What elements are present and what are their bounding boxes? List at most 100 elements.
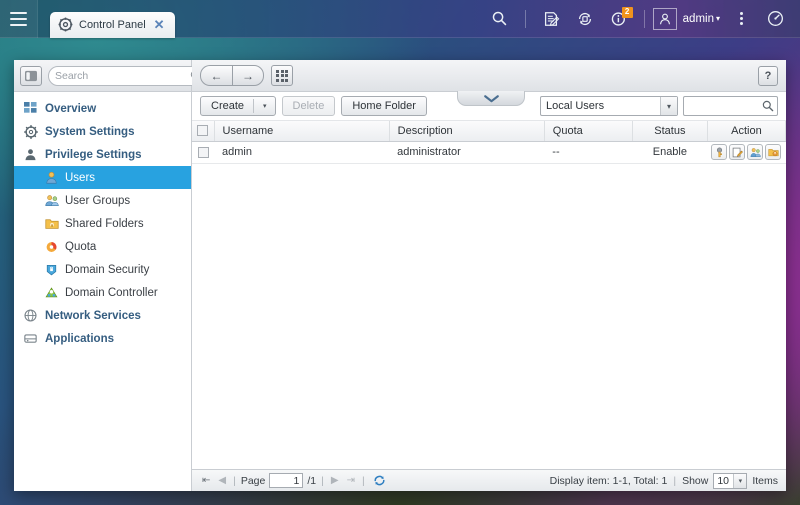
column-header-quota[interactable]: Quota <box>544 121 633 142</box>
row-checkbox[interactable] <box>197 146 209 158</box>
cell-quota: -- <box>544 141 633 164</box>
arrow-left-icon[interactable]: ← <box>200 65 232 86</box>
pagination-bar: ⇤ ◀ | Page /1 | ▶ ⇥ | Display item: 1-1,… <box>192 469 786 491</box>
total-pages-label: /1 <box>307 474 317 487</box>
file-log-icon[interactable] <box>534 0 568 38</box>
table-header-row: Username Description Quota Status Action <box>192 121 786 142</box>
first-page-icon[interactable]: ⇤ <box>200 475 212 486</box>
content-area: ← → ? Create ▾ Delete Home Folder Local … <box>192 60 786 491</box>
shared-folder-icon <box>44 216 59 231</box>
home-folder-button[interactable]: Home Folder <box>341 96 427 116</box>
sidebar-item-label: Applications <box>45 332 115 345</box>
sidebar-item-label: Privilege Settings <box>45 148 142 161</box>
domain-controller-icon <box>44 285 59 300</box>
chevron-down-icon[interactable]: ▾ <box>716 14 720 23</box>
sidebar-item-label: User Groups <box>65 194 131 207</box>
sidebar-item-label: Shared Folders <box>65 217 144 230</box>
sidebar-item-label: Domain Security <box>65 263 150 276</box>
control-panel-window: Overview System Settings <box>14 60 786 491</box>
content-toolbar-top: ← → ? <box>192 60 786 92</box>
sidebar-item-domain-security[interactable]: Domain Security <box>14 258 191 281</box>
sync-refresh-icon[interactable] <box>568 0 602 38</box>
overview-grid-icon <box>23 101 38 116</box>
edit-user-groups-icon[interactable] <box>747 144 764 160</box>
column-header-description[interactable]: Description <box>389 121 545 142</box>
username-label[interactable]: admin <box>683 13 714 25</box>
sidebar-item-privilege-settings[interactable]: Privilege Settings <box>14 143 191 166</box>
users-table-area: Username Description Quota Status Action… <box>192 121 786 469</box>
sidebar-item-system-settings[interactable]: System Settings <box>14 120 191 143</box>
change-password-icon[interactable] <box>711 144 728 160</box>
user-scope-select[interactable]: Local Users ▾ <box>540 96 678 116</box>
dashboard-speedometer-icon[interactable] <box>758 0 792 38</box>
row-action-buttons <box>707 144 785 160</box>
page-size-value: 10 <box>717 474 730 487</box>
sidebar-item-overview[interactable]: Overview <box>14 97 191 120</box>
users-group-icon <box>44 193 59 208</box>
select-all-checkbox[interactable] <box>197 125 209 137</box>
show-label: Show <box>682 474 709 487</box>
chevron-down-icon[interactable]: ▾ <box>660 97 677 115</box>
sidebar-item-label: Quota <box>65 240 97 253</box>
users-table: Username Description Quota Status Action… <box>192 121 786 164</box>
prev-page-icon[interactable]: ◀ <box>216 475 228 486</box>
chevron-down-icon[interactable]: ▾ <box>263 102 271 110</box>
page-number-input[interactable] <box>269 473 304 488</box>
nav-arrows: ← → <box>200 65 264 86</box>
refresh-icon[interactable] <box>373 474 386 487</box>
close-icon[interactable]: ✕ <box>152 18 167 31</box>
column-header-action[interactable]: Action <box>707 121 786 142</box>
sidebar-item-user-groups[interactable]: User Groups <box>14 189 191 212</box>
user-avatar-icon[interactable] <box>652 7 677 30</box>
sidebar-item-shared-folders[interactable]: Shared Folders <box>14 212 191 235</box>
sidebar-item-label: Users <box>65 171 96 184</box>
more-options-icon[interactable] <box>724 0 758 38</box>
panel-toggle-icon[interactable] <box>20 65 42 86</box>
sidebar-item-label: Domain Controller <box>65 286 158 299</box>
create-button[interactable]: Create ▾ <box>200 96 276 116</box>
grid-apps-icon[interactable] <box>271 65 293 86</box>
search-icon[interactable] <box>483 0 517 38</box>
hamburger-icon[interactable] <box>0 0 38 38</box>
next-page-icon[interactable]: ▶ <box>329 475 341 486</box>
edit-account-icon[interactable] <box>729 144 746 160</box>
pager-divider-4: | <box>673 474 677 487</box>
sidebar-item-quota[interactable]: Quota <box>14 235 191 258</box>
globe-icon <box>23 308 38 323</box>
user-icon <box>44 170 59 185</box>
sidebar-item-applications[interactable]: Applications <box>14 327 191 350</box>
chevron-down-icon[interactable] <box>457 91 525 106</box>
delete-button[interactable]: Delete <box>281 96 336 116</box>
search-icon[interactable] <box>762 100 774 112</box>
search-input[interactable] <box>55 69 190 82</box>
app-tab-control-panel[interactable]: Control Panel ✕ <box>50 11 175 38</box>
page-size-select[interactable]: 10 ▾ <box>713 472 748 489</box>
arrow-right-icon[interactable]: → <box>232 65 264 86</box>
sidebar-item-domain-controller[interactable]: Domain Controller <box>14 281 191 304</box>
table-search-box[interactable] <box>683 96 778 116</box>
create-label: Create <box>211 100 245 112</box>
info-icon[interactable]: 2 <box>602 0 636 38</box>
edit-shared-folder-permission-icon[interactable] <box>765 144 782 160</box>
sidebar-item-label: Overview <box>45 102 97 115</box>
column-header-username[interactable]: Username <box>214 121 390 142</box>
last-page-icon[interactable]: ⇥ <box>345 475 357 486</box>
chevron-down-icon[interactable]: ▾ <box>733 473 747 488</box>
row-select-cell <box>192 141 215 164</box>
table-row[interactable]: admin administrator -- Enable <box>192 141 786 164</box>
sidebar-item-label: Network Services <box>45 309 141 322</box>
sidebar-item-users[interactable]: Users <box>14 166 191 189</box>
table-search-input[interactable] <box>688 100 762 112</box>
filter-controls: Local Users ▾ <box>540 96 778 116</box>
sidebar-item-network-services[interactable]: Network Services <box>14 304 191 327</box>
select-all-header <box>192 121 215 142</box>
sidebar-search-box[interactable] <box>48 65 208 86</box>
help-button[interactable]: ? <box>758 65 778 86</box>
gear-icon <box>23 124 38 139</box>
applications-icon <box>23 331 38 346</box>
cell-action <box>707 141 786 164</box>
column-header-status[interactable]: Status <box>632 121 708 142</box>
sidebar: Overview System Settings <box>14 60 208 491</box>
pager-right-controls: Display item: 1-1, Total: 1 | Show 10 ▾ … <box>550 472 778 489</box>
app-tab-label: Control Panel <box>79 18 146 31</box>
